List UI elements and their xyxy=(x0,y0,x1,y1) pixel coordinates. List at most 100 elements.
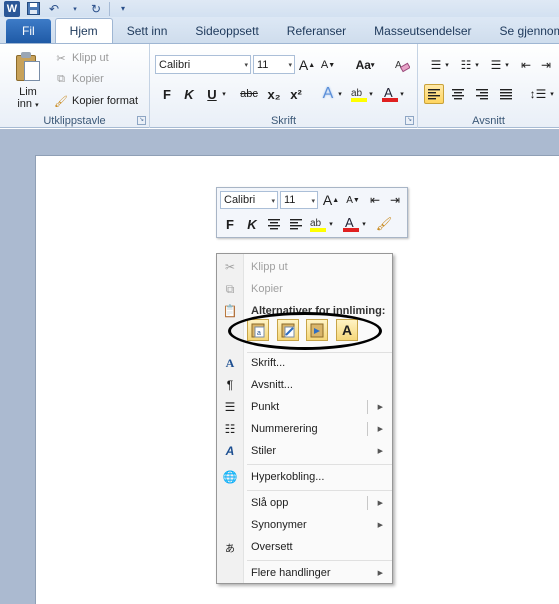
scissors-icon: ✂ xyxy=(56,52,66,65)
submenu-arrow-icon: ▶ xyxy=(377,426,383,433)
menu-item-more-actions[interactable]: Flere handlinger ▶ xyxy=(217,562,392,584)
menu-item-lookup[interactable]: Slå opp ▶ xyxy=(217,492,392,514)
highlight-color-icon[interactable]: ab xyxy=(349,84,369,104)
word-logo-icon[interactable]: W xyxy=(4,0,20,17)
clipboard-icon: 📋 xyxy=(222,304,238,318)
copy-icon: ⧉ xyxy=(57,72,65,85)
decrease-indent-icon[interactable]: ⇤ xyxy=(516,55,536,75)
align-left-button[interactable] xyxy=(424,84,444,104)
customize-qat-icon[interactable]: ▾ xyxy=(115,1,131,17)
quick-access-toolbar: W ↶ ▾ ↻ ▾ xyxy=(0,0,559,17)
superscript-button[interactable]: x² xyxy=(286,84,306,104)
menu-item-numbering[interactable]: ☷ Nummerering ▶ xyxy=(217,418,392,440)
mini-increase-indent-icon[interactable]: ⇥ xyxy=(385,190,405,210)
svg-text:A: A xyxy=(345,215,354,230)
clipboard-group-label: Utklippstavle xyxy=(43,115,106,127)
copy-button[interactable]: ⧉ Kopier xyxy=(54,70,104,88)
mini-highlight-dropdown-icon[interactable]: ▾ xyxy=(327,214,335,234)
mini-font-size-combo[interactable]: 11 ▾ xyxy=(280,191,318,209)
paragraph-group-label: Avsnitt xyxy=(472,115,505,127)
mini-font-color-icon[interactable]: A xyxy=(341,214,361,234)
increase-indent-icon[interactable]: ⇥ xyxy=(536,55,556,75)
tab-home[interactable]: Hjem xyxy=(54,18,113,43)
mini-shrink-font-button[interactable]: A ▼ xyxy=(343,190,363,210)
cut-button[interactable]: ✂ Klipp ut xyxy=(54,49,108,67)
menu-item-bullets[interactable]: ☰ Punkt ▶ xyxy=(217,396,392,418)
change-case-button[interactable]: Aa ▾ xyxy=(350,55,380,75)
align-center-button[interactable] xyxy=(448,84,468,104)
menu-item-translate[interactable]: あ Oversett xyxy=(217,536,392,558)
tab-file[interactable]: Fil xyxy=(6,19,51,43)
subscript-button[interactable]: x₂ xyxy=(264,84,284,104)
divider xyxy=(247,560,392,561)
highlight-dropdown-icon[interactable]: ▾ xyxy=(367,84,375,104)
menu-item-paragraph[interactable]: ¶ Avsnitt... xyxy=(217,374,392,396)
mini-font-name-combo[interactable]: Calibri ▾ xyxy=(220,191,278,209)
divider xyxy=(247,464,392,465)
mini-align-center-button[interactable] xyxy=(264,214,284,234)
mini-align-left-button[interactable] xyxy=(286,214,306,234)
numbering-dropdown-icon[interactable]: ▾ xyxy=(473,55,481,75)
dialog-launcher-icon[interactable]: ↘ xyxy=(137,116,146,125)
menu-item-copy[interactable]: ⧉ Kopier xyxy=(217,278,392,300)
paragraph-group: ☰ ▾ ☷ ▾ ☰ ▾ ⇤ ⇥ ↕☰ ▾ Avsnitt xyxy=(418,44,559,128)
font-color-dropdown-icon[interactable]: ▾ xyxy=(398,84,406,104)
text-effects-icon[interactable]: A xyxy=(318,84,338,104)
undo-icon[interactable]: ↶ xyxy=(46,1,62,17)
bullets-icon: ☰ xyxy=(224,400,236,414)
italic-button[interactable]: K xyxy=(179,84,199,104)
tab-mailings[interactable]: Masseutsendelser xyxy=(360,19,485,43)
divider xyxy=(247,490,392,491)
tab-page-layout[interactable]: Sideoppsett xyxy=(181,19,272,43)
redo-icon[interactable]: ↻ xyxy=(88,1,104,17)
mini-highlight-color-icon[interactable]: ab xyxy=(308,214,328,234)
menu-item-hyperlink[interactable]: 🌐 Hyperkobling... xyxy=(217,466,392,488)
brush-icon: 🖌 xyxy=(54,95,68,108)
mini-font-color-dropdown-icon[interactable]: ▾ xyxy=(360,214,368,234)
tab-review[interactable]: Se gjennom xyxy=(486,19,559,43)
format-painter-button[interactable]: 🖌 Kopier format xyxy=(54,92,138,110)
text-effects-dropdown-icon[interactable]: ▾ xyxy=(336,84,344,104)
bullets-dropdown-icon[interactable]: ▾ xyxy=(443,55,451,75)
hand-drawn-ellipse xyxy=(228,312,382,350)
mini-bold-button[interactable]: F xyxy=(220,214,240,234)
translate-icon: あ xyxy=(225,543,235,555)
tab-references[interactable]: Referanser xyxy=(273,19,360,43)
justify-button[interactable] xyxy=(496,84,516,104)
ribbon-tabs: Fil Hjem Sett inn Sideoppsett Referanser… xyxy=(0,17,559,43)
bold-button[interactable]: F xyxy=(157,84,177,104)
paragraph-icon: ¶ xyxy=(226,378,234,392)
menu-item-styles[interactable]: A Stiler ▶ xyxy=(217,440,392,462)
font-group-label: Skrift xyxy=(270,115,297,127)
tab-insert[interactable]: Sett inn xyxy=(113,19,182,43)
multilevel-dropdown-icon[interactable]: ▾ xyxy=(503,55,511,75)
chevron-down-icon[interactable]: ▾ xyxy=(67,1,83,17)
shrink-font-button[interactable]: A ▼ xyxy=(318,55,338,75)
context-menu: ✂ Klipp ut ⧉ Kopier 📋 Alternativer for i… xyxy=(216,253,393,584)
grow-font-button[interactable]: A ▲ xyxy=(297,55,317,75)
clipboard-group: Lim inn ▾ ✂ Klipp ut ⧉ Kopier 🖌 Kopier f… xyxy=(0,44,150,128)
dialog-launcher-icon[interactable]: ↘ xyxy=(405,116,414,125)
numbering-icon: ☷ xyxy=(224,422,236,436)
underline-dropdown-icon[interactable]: ▾ xyxy=(219,84,229,104)
strikethrough-button[interactable]: abc xyxy=(236,84,262,104)
font-name-combo[interactable]: Calibri ▾ xyxy=(155,55,251,74)
line-spacing-icon[interactable]: ↕☰ xyxy=(528,84,548,104)
paste-button[interactable]: Lim inn ▾ xyxy=(8,48,48,112)
menu-item-cut[interactable]: ✂ Klipp ut xyxy=(217,256,392,278)
mini-format-painter-icon[interactable]: 🖌 xyxy=(374,214,394,234)
align-right-button[interactable] xyxy=(472,84,492,104)
font-size-combo[interactable]: 11 ▾ xyxy=(253,55,295,74)
font-color-icon[interactable]: A xyxy=(380,84,400,104)
menu-item-font[interactable]: A Skrift... xyxy=(217,352,392,374)
svg-text:ab: ab xyxy=(351,88,363,99)
svg-text:A: A xyxy=(395,60,402,71)
save-icon[interactable] xyxy=(25,1,41,17)
mini-toolbar: Calibri ▾ 11 ▾ A ▲ A ▼ ⇤ ⇥ F K ab ▾ A ▾ 🖌 xyxy=(216,187,408,238)
clear-formatting-icon[interactable]: A xyxy=(392,55,412,75)
mini-italic-button[interactable]: K xyxy=(242,214,262,234)
menu-item-synonyms[interactable]: Synonymer ▶ xyxy=(217,514,392,536)
line-spacing-dropdown-icon[interactable]: ▾ xyxy=(548,84,556,104)
mini-grow-font-button[interactable]: A ▲ xyxy=(321,190,341,210)
mini-decrease-indent-icon[interactable]: ⇤ xyxy=(365,190,385,210)
